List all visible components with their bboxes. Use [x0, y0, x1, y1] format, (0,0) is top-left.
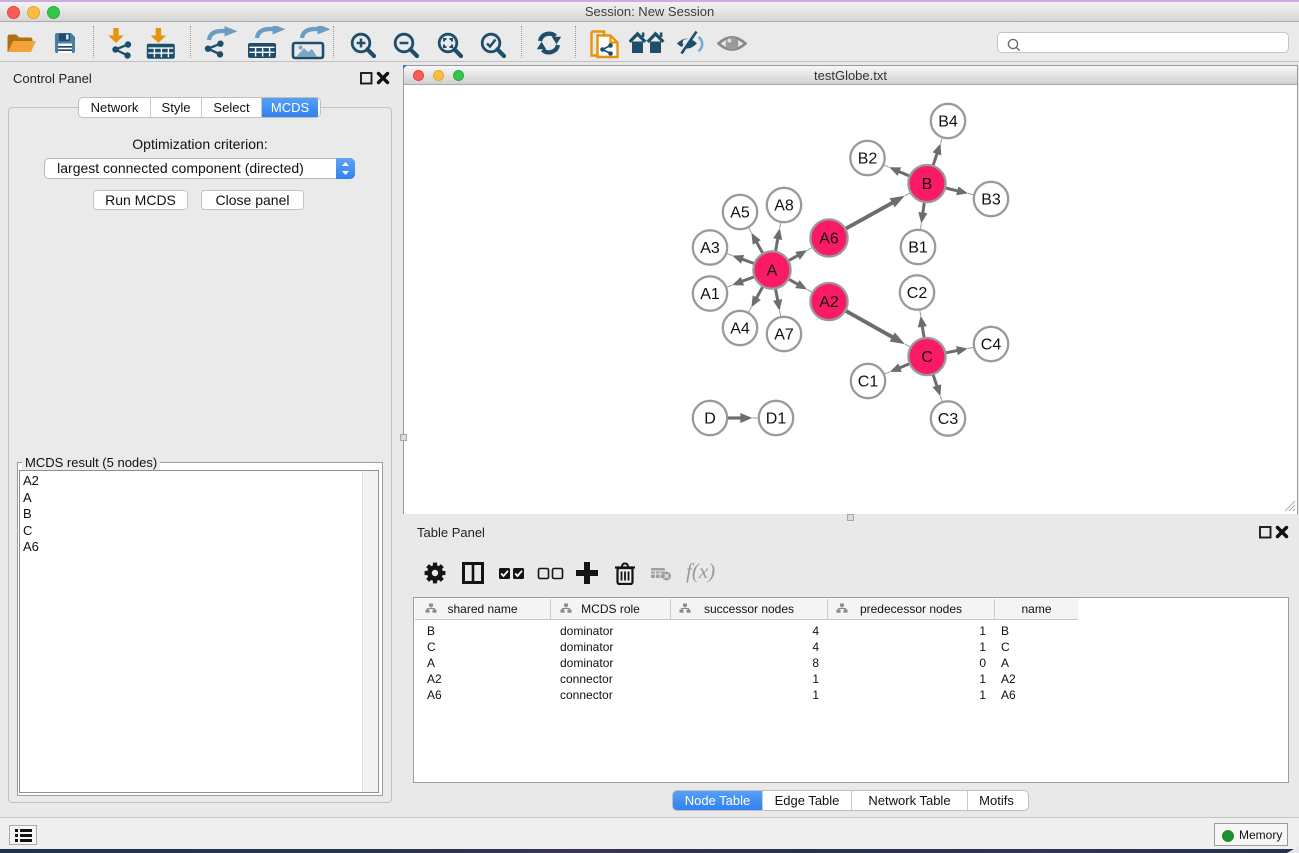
- svg-text:B2: B2: [858, 151, 878, 168]
- svg-text:A8: A8: [774, 198, 794, 215]
- svg-text:C: C: [921, 349, 933, 366]
- svg-text:C2: C2: [907, 285, 928, 302]
- svg-text:A1: A1: [700, 286, 720, 303]
- svg-text:C3: C3: [938, 411, 959, 428]
- svg-text:A3: A3: [700, 240, 720, 257]
- svg-text:A7: A7: [774, 327, 794, 344]
- svg-text:A5: A5: [730, 205, 750, 222]
- svg-text:A4: A4: [730, 321, 750, 338]
- svg-text:A: A: [767, 263, 778, 280]
- svg-text:A6: A6: [819, 231, 839, 248]
- svg-text:C4: C4: [981, 337, 1002, 354]
- svg-text:D: D: [704, 411, 716, 428]
- svg-text:B3: B3: [981, 192, 1001, 209]
- svg-text:B4: B4: [938, 114, 958, 131]
- svg-text:A2: A2: [819, 294, 839, 311]
- svg-text:D1: D1: [766, 411, 787, 428]
- svg-text:B: B: [922, 176, 933, 193]
- svg-text:C1: C1: [858, 374, 879, 391]
- svg-text:B1: B1: [908, 240, 928, 257]
